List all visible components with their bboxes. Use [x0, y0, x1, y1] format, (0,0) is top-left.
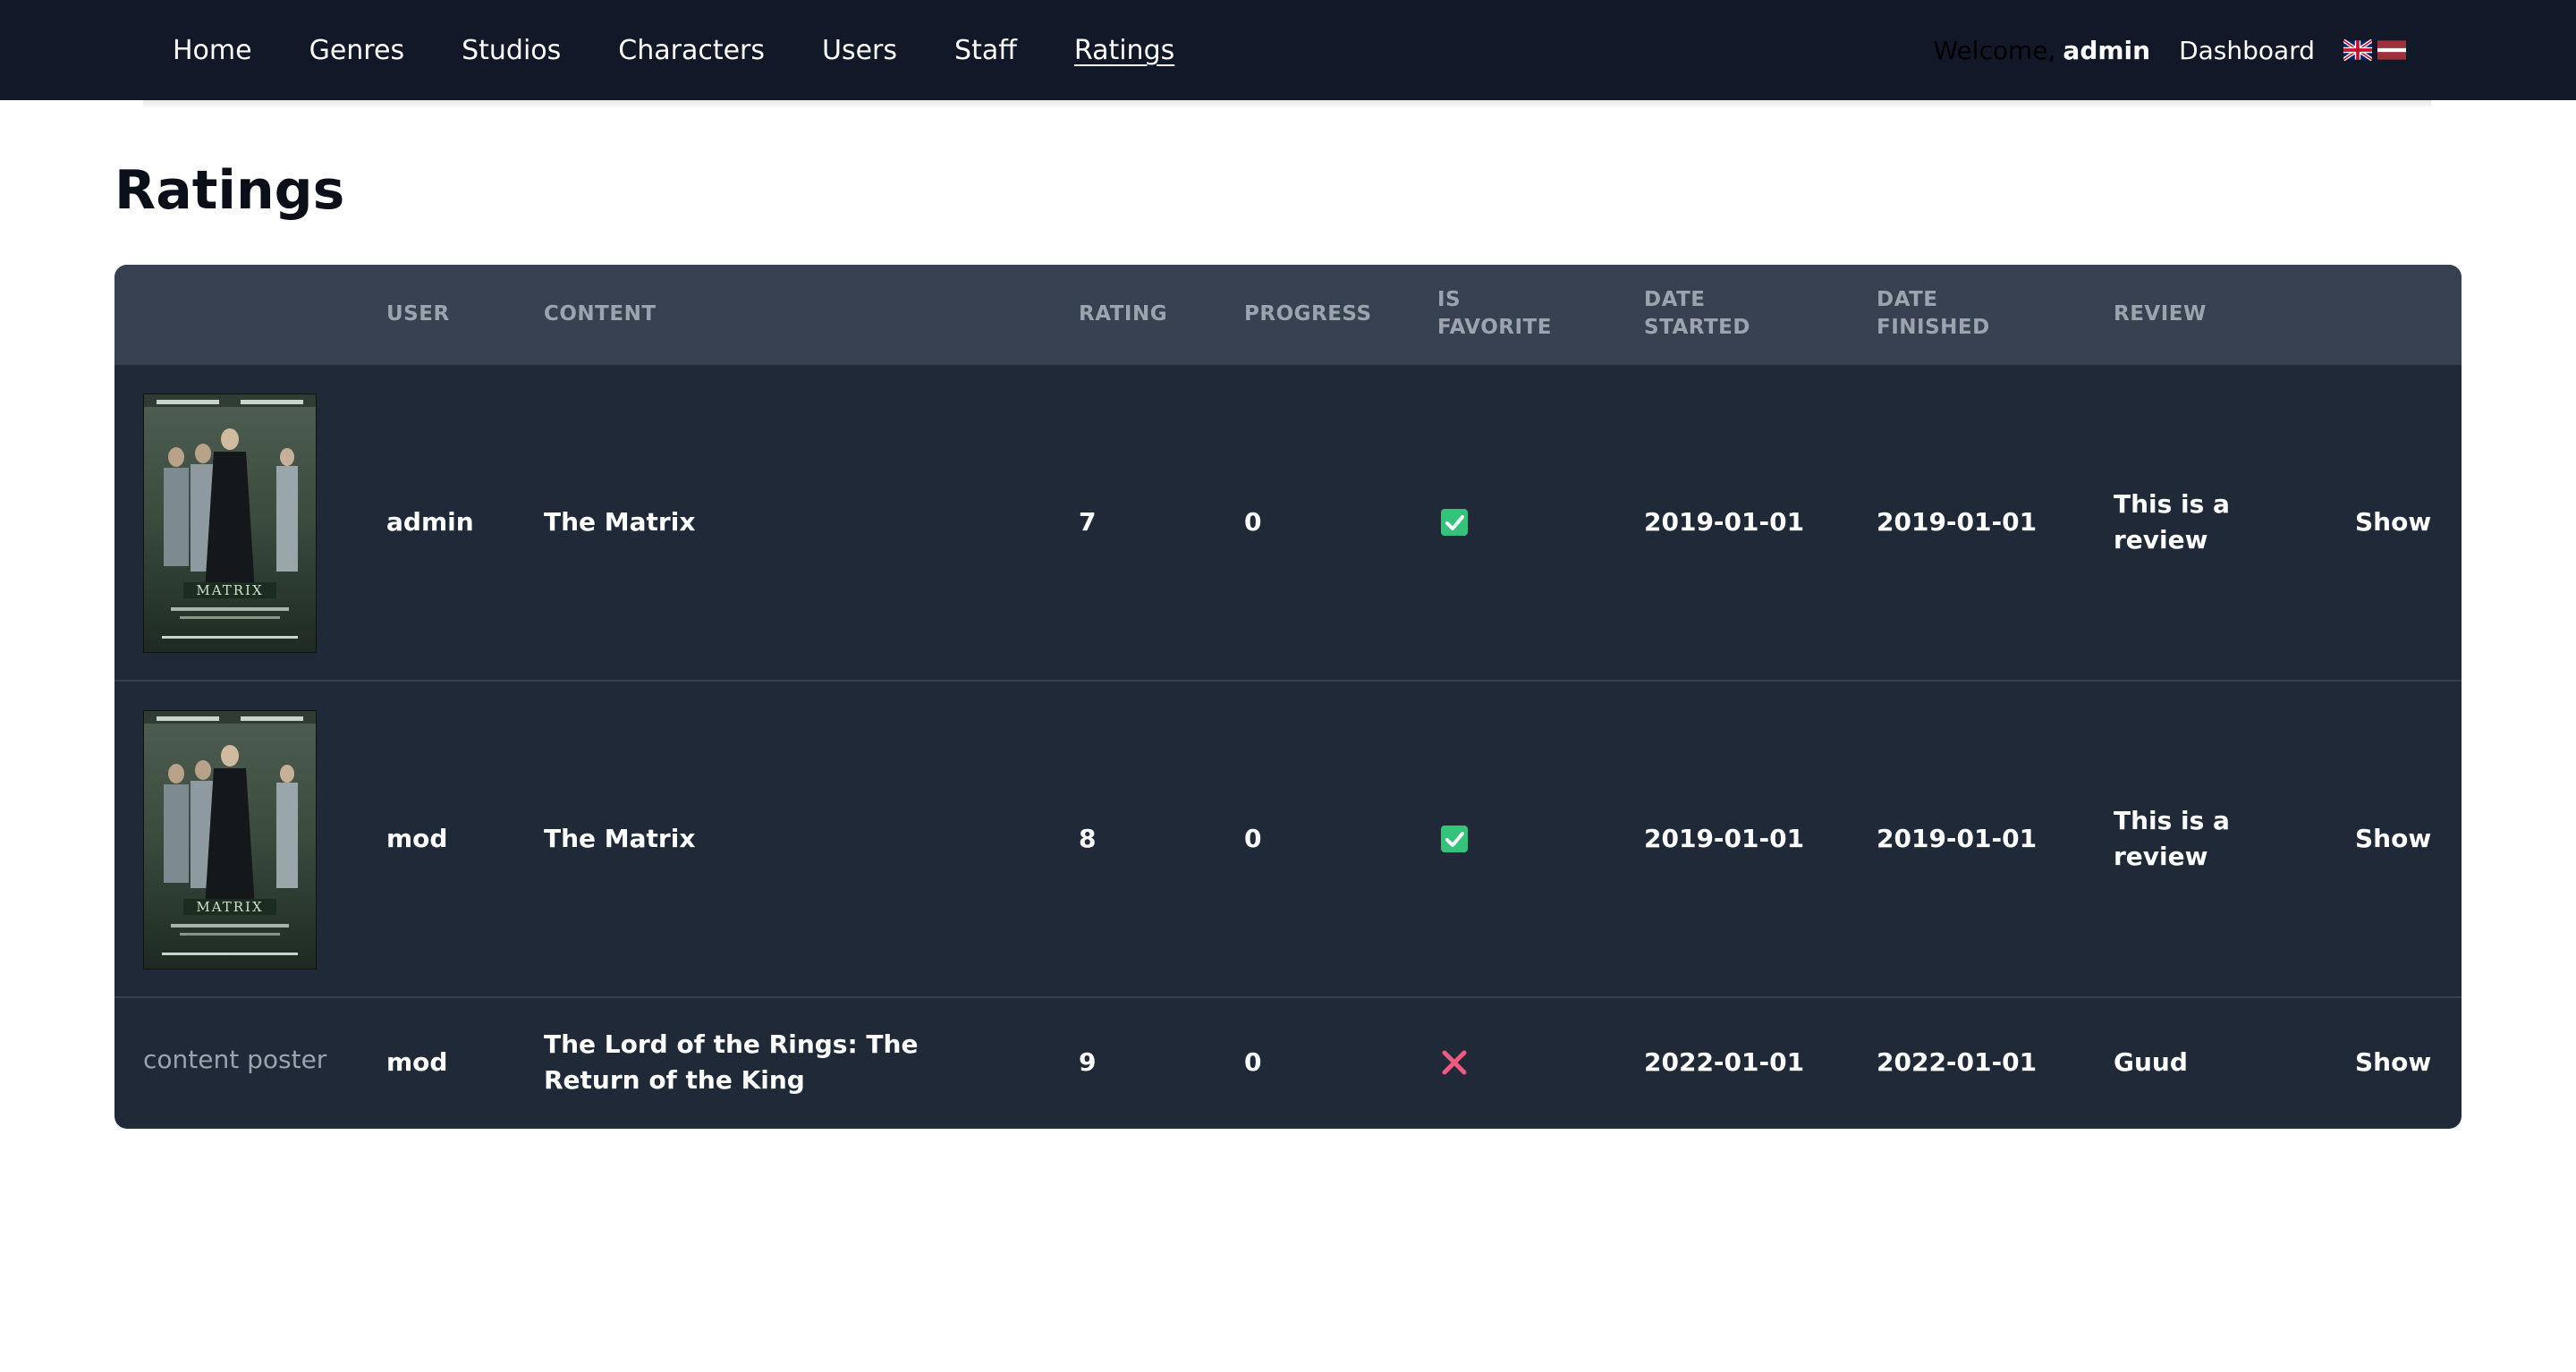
header-date-finished-line1: DATE [1877, 288, 1938, 311]
show-link[interactable]: Show [2355, 821, 2431, 857]
header-is-favorite-line2: FAVORITE [1437, 316, 1552, 339]
top-navbar: Home Genres Studios Characters Users Sta… [0, 0, 2576, 100]
cell-date-started: 2019-01-01 [1644, 824, 1805, 853]
matrix-poster: MATRIX [143, 710, 317, 970]
header-date-finished-line2: FINISHED [1877, 316, 1990, 339]
cell-user: admin [386, 507, 474, 537]
page-title: Ratings [114, 159, 345, 222]
cell-date-started: 2019-01-01 [1644, 507, 1805, 537]
header-date-finished: DATE FINISHED [1877, 286, 1990, 342]
cell-date-finished: 2019-01-01 [1877, 507, 2038, 537]
cell-rating: 7 [1079, 507, 1097, 537]
cell-date-started: 2022-01-01 [1644, 1047, 1805, 1077]
welcome-text: Welcome, [1933, 35, 2056, 65]
cell-date-finished: 2019-01-01 [1877, 824, 2038, 853]
cell-progress: 0 [1244, 1047, 1262, 1077]
poster-alt-text: content poster [143, 1045, 327, 1074]
svg-text:MATRIX: MATRIX [196, 899, 263, 915]
nav-user-area: Welcome, admin Dashboard [1933, 0, 2406, 100]
navbar-shadow [143, 100, 2431, 109]
cell-content: The Matrix [544, 824, 696, 853]
welcome-username: admin [2063, 35, 2151, 65]
nav-link-genres[interactable]: Genres [309, 35, 404, 66]
favorite-cross-icon [1442, 1050, 1467, 1075]
ratings-table: USER CONTENT RATING PROGRESS IS FAVORITE… [114, 265, 2462, 1129]
header-rating: RATING [1079, 302, 1168, 326]
nav-link-staff[interactable]: Staff [954, 35, 1017, 66]
nav-link-characters[interactable]: Characters [618, 35, 765, 66]
header-date-started-line2: STARTED [1644, 316, 1750, 339]
cell-review: This is a review [2114, 489, 2230, 555]
table-row: MATRIX mod The Matrix 8 0 2019-01-01 201… [114, 682, 2462, 998]
header-is-favorite-line1: IS [1437, 288, 1462, 311]
table-row: MATRIX admin The Matrix 7 0 2019-01-01 2… [114, 365, 2462, 682]
dashboard-link[interactable]: Dashboard [2179, 36, 2315, 65]
header-progress: PROGRESS [1244, 302, 1372, 326]
cell-user: mod [386, 1047, 448, 1077]
cell-progress: 0 [1244, 507, 1262, 537]
nav-link-studios[interactable]: Studios [462, 35, 561, 66]
nav-link-home[interactable]: Home [173, 35, 252, 66]
cell-rating: 8 [1079, 824, 1097, 853]
cell-content: The Matrix [544, 507, 696, 537]
header-date-started: DATE STARTED [1644, 286, 1750, 342]
table-header: USER CONTENT RATING PROGRESS IS FAVORITE… [114, 265, 2462, 365]
table-row: content poster mod The Lord of the Rings… [114, 998, 2462, 1129]
cell-progress: 0 [1244, 824, 1262, 853]
cell-review: Guud [2114, 1047, 2188, 1077]
cell-content: The Lord of the Rings: The Return of the… [544, 1029, 919, 1095]
header-is-favorite: IS FAVORITE [1437, 286, 1552, 342]
show-link[interactable]: Show [2355, 1045, 2431, 1080]
header-review: REVIEW [2114, 302, 2207, 326]
cell-date-finished: 2022-01-01 [1877, 1047, 2038, 1077]
language-switcher [2343, 39, 2406, 61]
header-content: CONTENT [544, 302, 657, 326]
header-date-started-line1: DATE [1644, 288, 1706, 311]
cell-rating: 9 [1079, 1047, 1097, 1077]
nav-link-users[interactable]: Users [822, 35, 897, 66]
nav-links: Home Genres Studios Characters Users Sta… [173, 0, 1232, 100]
svg-text:MATRIX: MATRIX [196, 582, 263, 598]
uk-flag-icon[interactable] [2343, 39, 2372, 61]
latvia-flag-icon[interactable] [2377, 39, 2406, 61]
favorite-check-icon [1441, 509, 1468, 536]
matrix-poster: MATRIX [143, 394, 317, 653]
cell-user: mod [386, 824, 448, 853]
cell-review: This is a review [2114, 806, 2230, 871]
header-user: USER [386, 302, 450, 326]
show-link[interactable]: Show [2355, 504, 2431, 540]
nav-link-ratings[interactable]: Ratings [1074, 35, 1174, 66]
favorite-check-icon [1441, 826, 1468, 852]
